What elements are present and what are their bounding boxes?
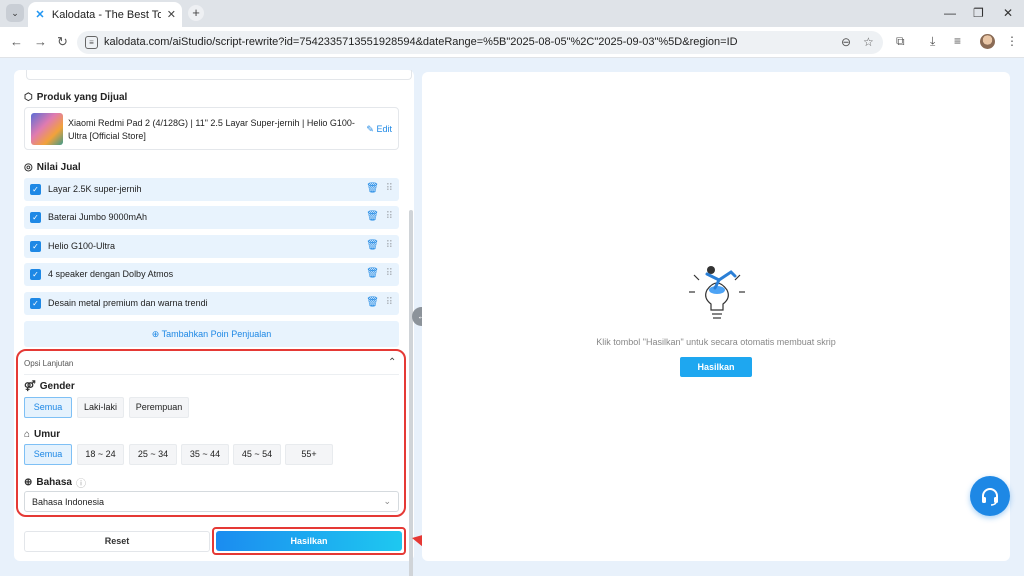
- gender-icon: ⚤: [24, 381, 36, 392]
- language-select[interactable]: Bahasa Indonesia ⌄: [24, 491, 399, 512]
- reset-button[interactable]: Reset: [24, 531, 210, 552]
- selling-point-row: ✓ 4 speaker dengan Dolby Atmos 🗑 ⠿: [24, 263, 399, 286]
- media-icon[interactable]: ≡: [954, 34, 961, 48]
- customer-support-button[interactable]: [970, 476, 1010, 516]
- drag-handle-icon[interactable]: ⠿: [386, 240, 393, 251]
- download-icon[interactable]: ⤓: [930, 34, 935, 49]
- selling-point-row: ✓ Helio G100-Ultra 🗑 ⠿: [24, 235, 399, 258]
- tab-close-icon[interactable]: ✕: [167, 8, 176, 21]
- age-option-18-24[interactable]: 18 ~ 24: [77, 444, 124, 465]
- product-card: Xiaomi Redmi Pad 2 (4/128G) | 11" 2.5 La…: [24, 107, 399, 150]
- selling-point-row: ✓ Layar 2.5K super-jernih 🗑 ⠿: [24, 178, 399, 201]
- selling-point-checkbox[interactable]: ✓: [30, 269, 41, 280]
- forward-icon[interactable]: →: [34, 34, 47, 49]
- age-option-35-44[interactable]: 35 ~ 44: [181, 444, 229, 465]
- selling-point-checkbox[interactable]: ✓: [30, 184, 41, 195]
- generate-button[interactable]: Hasilkan: [216, 531, 402, 551]
- chevron-up-icon[interactable]: ⌃: [388, 357, 396, 368]
- age-option-all[interactable]: Semua: [24, 444, 72, 465]
- advanced-options-title: Opsi Lanjutan: [24, 359, 74, 368]
- selling-point-text: Helio G100-Ultra: [48, 241, 116, 251]
- age-option-25-34[interactable]: 25 ~ 34: [129, 444, 177, 465]
- selling-point-text: 4 speaker dengan Dolby Atmos: [48, 269, 174, 279]
- drag-handle-icon[interactable]: ⠿: [386, 183, 393, 194]
- gender-option-all[interactable]: Semua: [24, 397, 72, 418]
- selling-point-row: ✓ Baterai Jumbo 9000mAh 🗑 ⠿: [24, 206, 399, 229]
- profile-avatar[interactable]: [980, 34, 995, 49]
- age-option-55-plus[interactable]: 55+: [285, 444, 333, 465]
- selling-points-title: ◎ Nilai Jual: [24, 162, 81, 173]
- selling-point-checkbox[interactable]: ✓: [30, 241, 41, 252]
- cake-icon: ⌂: [24, 429, 31, 440]
- gender-option-female[interactable]: Perempuan: [129, 397, 189, 418]
- box-icon: ⬡: [24, 92, 33, 103]
- zoom-icon[interactable]: ⊖: [841, 35, 851, 49]
- url-text: kalodata.com/aiStudio/script-rewrite?id=…: [104, 36, 738, 48]
- minimize-icon[interactable]: —: [944, 6, 956, 20]
- product-name: Xiaomi Redmi Pad 2 (4/128G) | 11" 2.5 La…: [68, 118, 355, 141]
- selling-point-row: ✓ Desain metal premium dan warna trendi …: [24, 292, 399, 315]
- selling-point-text: Baterai Jumbo 9000mAh: [48, 212, 148, 222]
- target-icon: ◎: [24, 162, 33, 173]
- back-icon[interactable]: ←: [10, 34, 23, 49]
- selling-point-checkbox[interactable]: ✓: [30, 212, 41, 223]
- extensions-icon[interactable]: ⧉: [896, 34, 905, 49]
- trash-icon[interactable]: 🗑: [366, 211, 379, 222]
- trash-icon[interactable]: 🗑: [366, 183, 379, 194]
- headset-icon: [982, 488, 998, 506]
- edit-product-button[interactable]: ✎ Edit: [366, 124, 392, 135]
- selling-point-checkbox[interactable]: ✓: [30, 298, 41, 309]
- age-option-45-54[interactable]: 45 ~ 54: [233, 444, 281, 465]
- drag-handle-icon[interactable]: ⠿: [386, 211, 393, 222]
- trash-icon[interactable]: 🗑: [366, 240, 379, 251]
- generate-button-secondary[interactable]: Hasilkan: [680, 357, 752, 377]
- browser-tab[interactable]: ✕ Kalodata - The Best Tool for TikTok ✕: [28, 2, 182, 27]
- product-section-title: ⬡ Produk yang Dijual: [24, 92, 128, 103]
- tab-search-button[interactable]: ⌄: [6, 4, 24, 22]
- gender-option-male[interactable]: Laki-laki: [77, 397, 124, 418]
- language-select-value: Bahasa Indonesia: [32, 497, 105, 507]
- new-tab-button[interactable]: +: [188, 5, 204, 21]
- lightbulb-illustration: [689, 266, 745, 319]
- restore-icon[interactable]: ❐: [973, 6, 984, 20]
- menu-icon[interactable]: ⋮: [1006, 34, 1018, 48]
- drag-handle-icon[interactable]: ⠿: [386, 297, 393, 308]
- age-label: ⌂ Umur: [24, 429, 61, 440]
- empty-state-hint: Klik tombol "Hasilkan" untuk secara otom…: [596, 337, 836, 347]
- trash-icon[interactable]: 🗑: [366, 297, 379, 308]
- product-thumbnail: [31, 113, 63, 145]
- site-settings-icon[interactable]: ≡: [85, 36, 98, 49]
- language-label: ⊕ Bahasa ⓘ: [24, 475, 86, 490]
- add-selling-point-button[interactable]: ⊕ Tambahkan Poin Penjualan: [24, 321, 399, 347]
- close-window-icon[interactable]: ✕: [1003, 6, 1013, 20]
- globe-icon: ⊕: [24, 477, 33, 488]
- drag-handle-icon[interactable]: ⠿: [386, 268, 393, 279]
- selling-point-text: Layar 2.5K super-jernih: [48, 184, 142, 194]
- help-icon[interactable]: ⓘ: [76, 475, 86, 490]
- panel-scrollbar[interactable]: [409, 210, 413, 576]
- tab-title: Kalodata - The Best Tool for TikTok: [51, 8, 161, 21]
- chevron-down-icon: ⌄: [383, 496, 391, 506]
- browser-tab-strip: ⌄ ✕ Kalodata - The Best Tool for TikTok …: [0, 0, 1024, 27]
- trash-icon[interactable]: 🗑: [366, 268, 379, 279]
- address-bar[interactable]: ≡ kalodata.com/aiStudio/script-rewrite?i…: [77, 31, 883, 54]
- kalodata-favicon-icon: ✕: [35, 8, 45, 21]
- divider: [24, 374, 399, 375]
- browser-toolbar: ← → ↻ ≡ kalodata.com/aiStudio/script-rew…: [0, 27, 1024, 58]
- edit-icon: ✎: [366, 124, 374, 134]
- selling-point-text: Desain metal premium dan warna trendi: [48, 298, 208, 308]
- bookmark-star-icon[interactable]: ☆: [863, 35, 874, 49]
- reload-icon[interactable]: ↻: [57, 34, 68, 50]
- previous-field-edge: [26, 70, 412, 80]
- gender-label: ⚤ Gender: [24, 381, 75, 392]
